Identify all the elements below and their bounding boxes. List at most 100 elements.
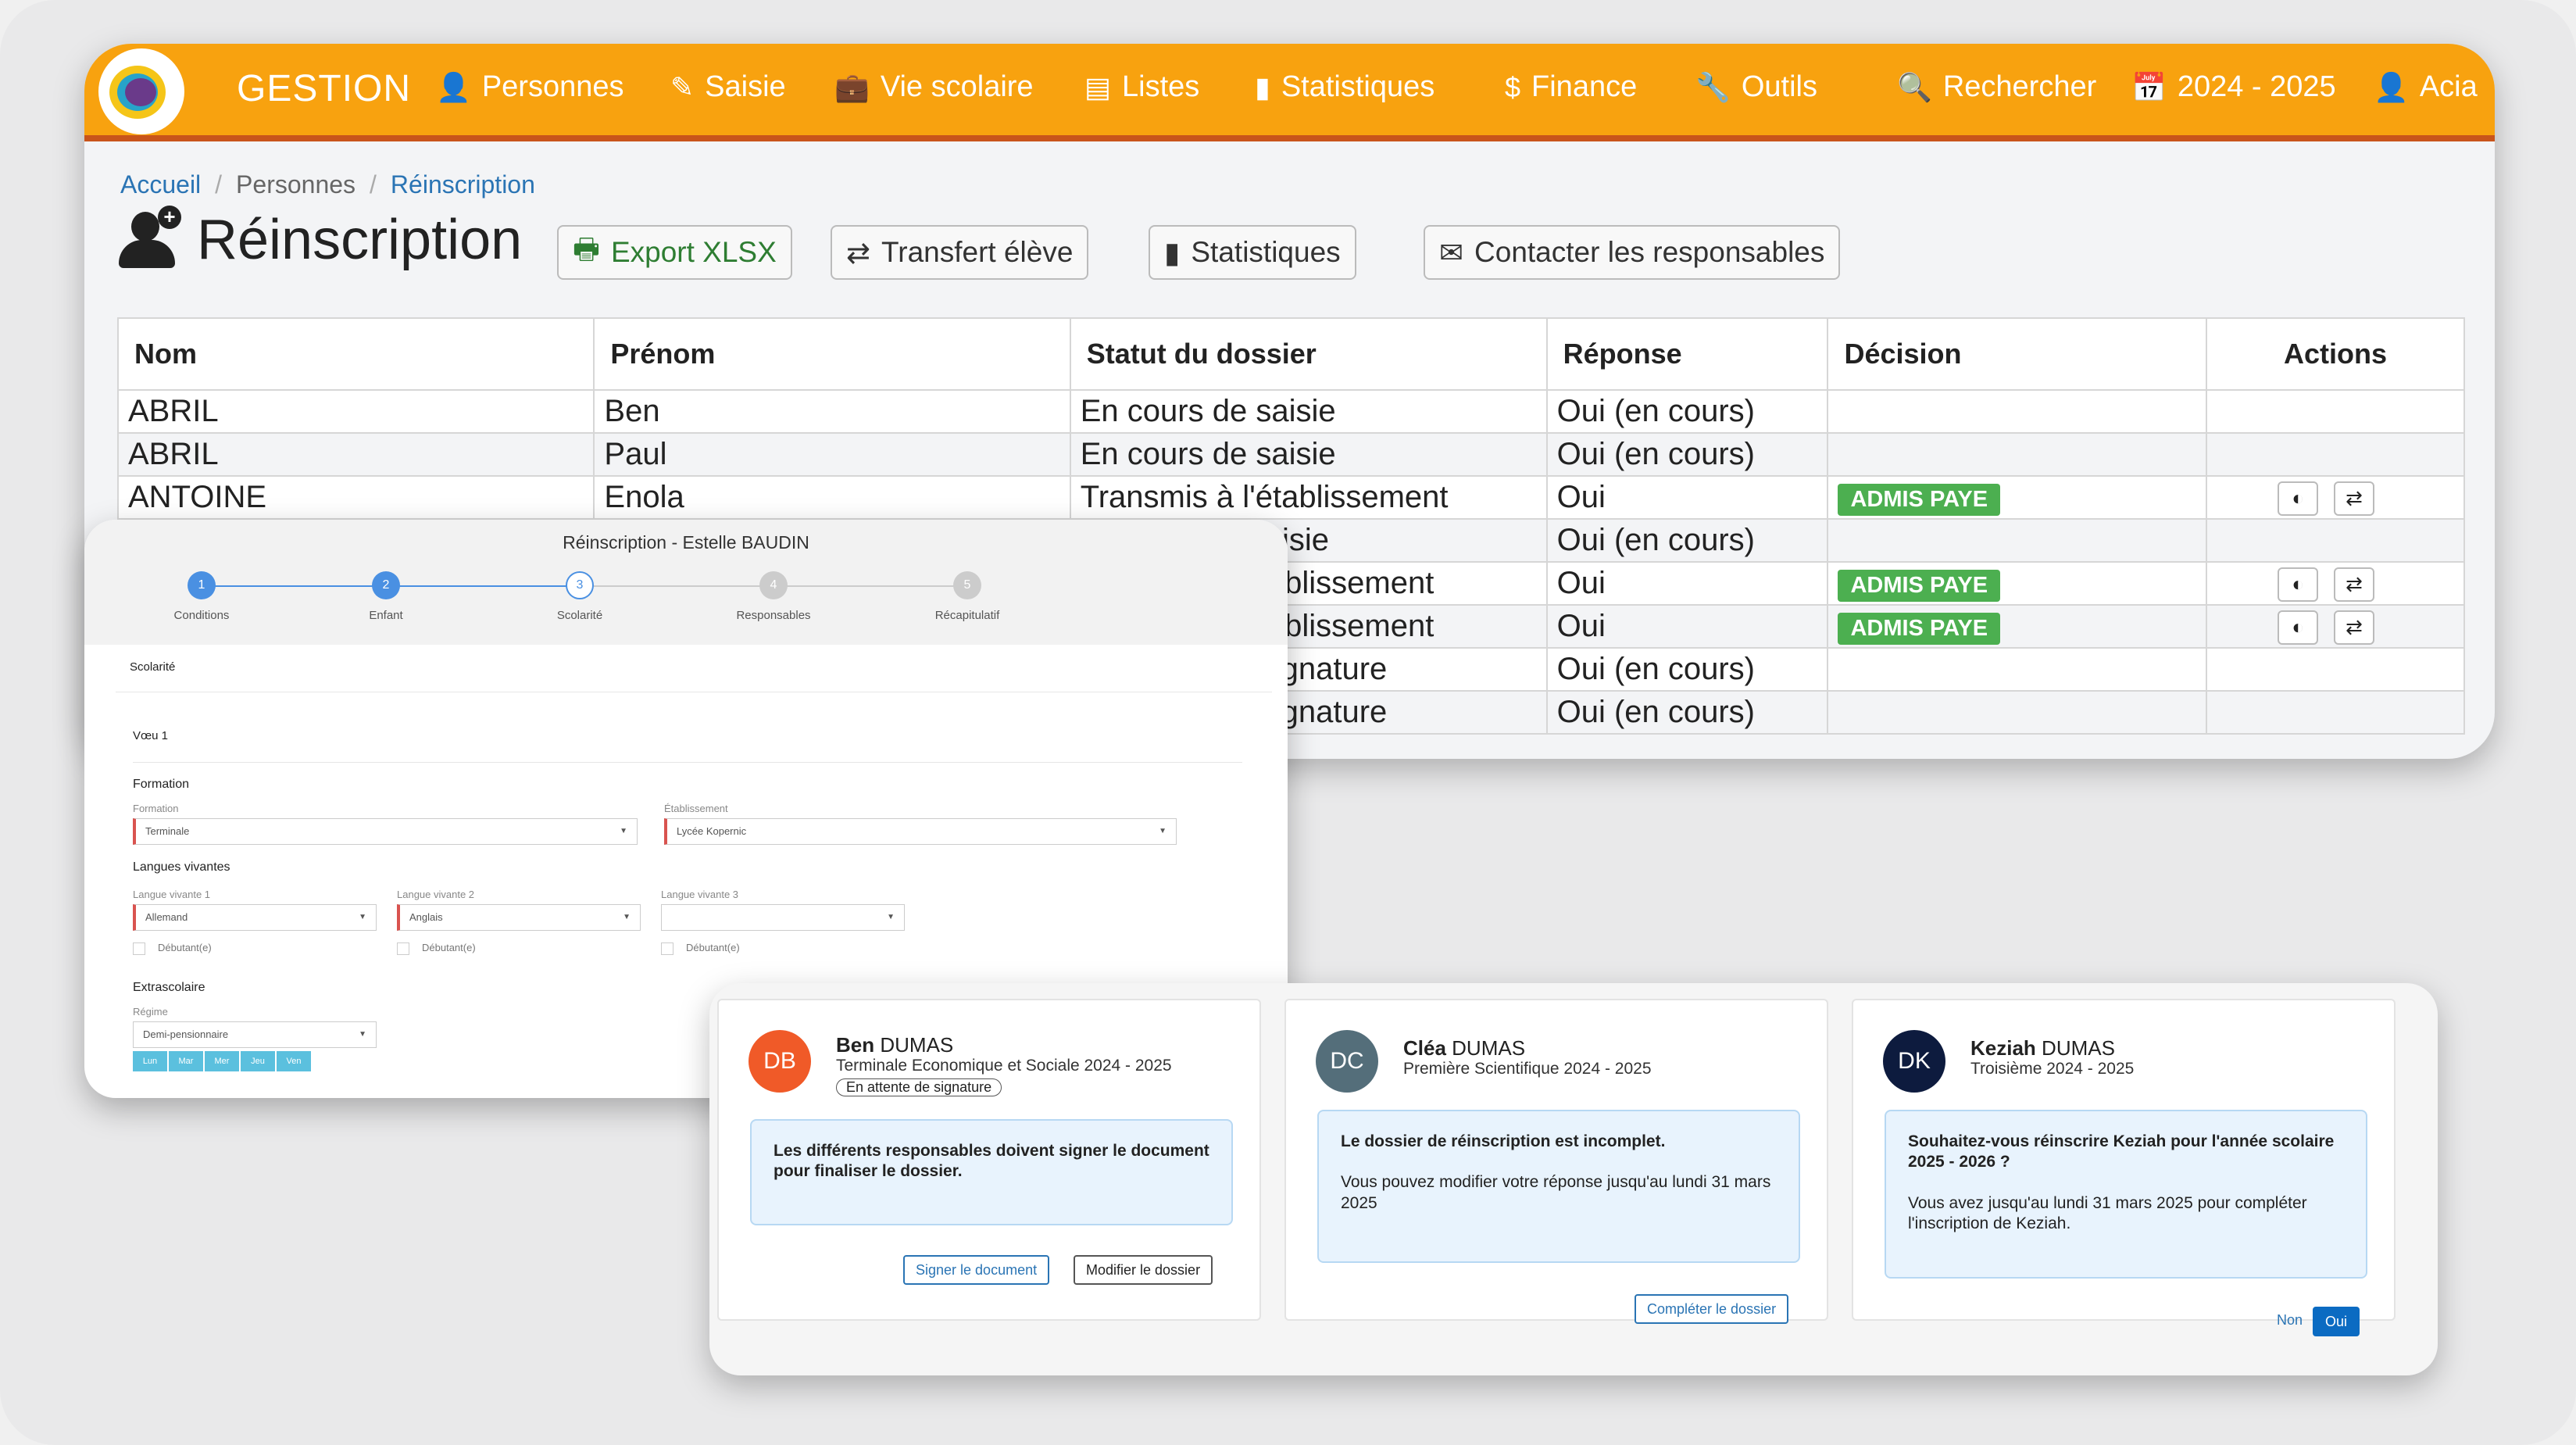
yes-button[interactable]: Oui (2313, 1307, 2360, 1336)
day-toggle-mar[interactable]: Mar (169, 1051, 203, 1071)
student-class: Troisième 2024 - 2025 (1970, 1060, 2135, 1078)
nav-saisie[interactable]: ✎ Saisie (670, 70, 786, 104)
cell-actions: ◐ ⇄ (2206, 604, 2465, 649)
lv1-select[interactable]: Allemand ▼ (133, 904, 377, 931)
cell-reponse: Oui (en cours) (1545, 389, 1829, 434)
cell-actions (2206, 389, 2465, 434)
status-badge: En attente de signature (836, 1078, 1002, 1096)
bar-chart-icon: ▮ (1164, 236, 1181, 269)
table-row[interactable]: ABRIL Paul En cours de saisie Oui (en co… (116, 432, 2465, 477)
contrast-action-button[interactable]: ◐ (2278, 567, 2319, 602)
cell-statut: En cours de saisie (1069, 432, 1548, 477)
nav-label: Statistiques (1281, 70, 1435, 103)
cell-actions (2206, 432, 2465, 477)
step-label: Conditions (173, 609, 230, 622)
brand-title[interactable]: GESTION (237, 67, 411, 110)
edit-dossier-button[interactable]: Modifier le dossier (1074, 1255, 1213, 1285)
export-xlsx-button[interactable]: 🖶 Export XLSX (557, 225, 792, 280)
contrast-action-button[interactable]: ◐ (2278, 481, 2319, 516)
complete-dossier-button[interactable]: Compléter le dossier (1635, 1294, 1789, 1324)
regime-select[interactable]: Demi-pensionnaire ▼ (133, 1021, 377, 1048)
lv3-debutant-checkbox[interactable]: Débutant(e) (661, 942, 740, 955)
cell-decision: ADMIS PAYE (1827, 475, 2208, 520)
table-row[interactable]: ABRIL Ben En cours de saisie Oui (en cou… (116, 389, 2465, 434)
nav-user-menu[interactable]: 👤 Acia (2374, 70, 2478, 104)
nav-outils[interactable]: 🔧 Outils (1695, 70, 1817, 104)
lv2-label: Langue vivante 2 (397, 889, 475, 900)
nav-listes[interactable]: ▤ Listes (1084, 70, 1199, 104)
step-recapitulatif[interactable]: 5 Récapitulatif (874, 571, 1061, 622)
avatar: DC (1316, 1030, 1378, 1093)
lv1-debutant-checkbox[interactable]: Débutant(e) (133, 942, 212, 955)
cell-reponse: Oui (en cours) (1545, 690, 1829, 735)
select-value: Anglais (409, 911, 443, 923)
lv2-select[interactable]: Anglais ▼ (397, 904, 641, 931)
lv2-debutant-checkbox[interactable]: Débutant(e) (397, 942, 476, 955)
step-label: Responsables (736, 609, 811, 622)
cell-reponse: Oui (en cours) (1545, 647, 1829, 692)
col-header-statut[interactable]: Statut du dossier (1069, 317, 1548, 391)
statistics-button[interactable]: ▮ Statistiques (1149, 225, 1356, 280)
col-header-prenom[interactable]: Prénom (593, 317, 1071, 391)
contrast-action-button[interactable]: ◐ (2278, 610, 2319, 645)
button-label: Statistiques (1191, 236, 1341, 268)
select-value: Allemand (145, 911, 188, 923)
day-toggle-ven[interactable]: Ven (277, 1051, 311, 1071)
transfer-action-button[interactable]: ⇄ (2334, 481, 2375, 516)
day-toggle-jeu[interactable]: Jeu (241, 1051, 275, 1071)
nav-statistiques[interactable]: ▮ Statistiques (1255, 70, 1434, 104)
table-row[interactable]: ANTOINE Enola Transmis à l'établissement… (116, 475, 2465, 520)
regime-label: Régime (133, 1006, 168, 1018)
etablissement-select[interactable]: Lycée Kopernic ▼ (664, 818, 1177, 845)
breadcrumb-reinscription: Réinscription (390, 170, 535, 199)
cell-nom: ABRIL (116, 389, 595, 434)
etablissement-label: Établissement (664, 803, 728, 814)
calendar-icon: 📅 (2131, 70, 2167, 103)
step-number: 5 (953, 571, 981, 599)
cell-reponse: Oui (1545, 475, 1829, 520)
lv3-select[interactable]: ▼ (661, 904, 905, 931)
step-scolarite[interactable]: 3 Scolarité (486, 571, 673, 622)
page-title: Réinscription (197, 209, 523, 271)
extrascolaire-heading: Extrascolaire (133, 981, 205, 994)
info-message: Les différents responsables doivent sign… (750, 1119, 1233, 1225)
day-toggle-lun[interactable]: Lun (133, 1051, 167, 1071)
col-header-reponse[interactable]: Réponse (1545, 317, 1829, 391)
info-message: Le dossier de réinscription est incomple… (1317, 1110, 1800, 1263)
no-button[interactable]: Non (2266, 1307, 2313, 1336)
student-name: Cléa DUMAS (1403, 1036, 1525, 1061)
student-card-ben: DB Ben DUMAS Terminale Economique et Soc… (717, 999, 1261, 1321)
nav-school-year[interactable]: 📅 2024 - 2025 (2131, 70, 2336, 104)
breadcrumb-accueil[interactable]: Accueil (120, 170, 201, 199)
message-text: Vous avez jusqu'au lundi 31 mars 2025 po… (1908, 1193, 2307, 1232)
transfer-action-button[interactable]: ⇄ (2334, 567, 2375, 602)
transfer-action-button[interactable]: ⇄ (2334, 610, 2375, 645)
step-enfant[interactable]: 2 Enfant (292, 571, 480, 622)
app-logo[interactable] (98, 48, 184, 134)
sign-document-button[interactable]: Signer le document (903, 1255, 1050, 1285)
nav-finance[interactable]: $ Finance (1505, 70, 1637, 104)
contact-guardians-button[interactable]: ✉ Contacter les responsables (1424, 225, 1841, 280)
student-name: Ben DUMAS (836, 1033, 953, 1057)
nav-personnes[interactable]: 👤 Personnes (436, 70, 624, 104)
col-header-nom[interactable]: Nom (116, 317, 595, 391)
last-name: DUMAS (2042, 1036, 2115, 1060)
col-header-decision[interactable]: Décision (1827, 317, 2208, 391)
breadcrumb-personnes[interactable]: Personnes (236, 170, 355, 199)
step-responsables[interactable]: 4 Responsables (680, 571, 867, 622)
formation-select[interactable]: Terminale ▼ (133, 818, 638, 845)
nav-rechercher[interactable]: 🔍 Rechercher (1897, 70, 2096, 104)
step-label: Enfant (369, 609, 403, 622)
day-toggle-mer[interactable]: Mer (205, 1051, 239, 1071)
button-label: Export XLSX (610, 236, 777, 268)
cell-actions (2206, 518, 2465, 563)
first-name: Cléa (1403, 1036, 1446, 1060)
transfer-student-button[interactable]: ⇄ Transfert élève (831, 225, 1089, 280)
table-header-row: Nom Prénom Statut du dossier Réponse Déc… (116, 317, 2465, 391)
nav-label: Listes (1122, 70, 1200, 103)
cell-actions: ◐ ⇄ (2206, 561, 2465, 606)
nav-vie-scolaire[interactable]: 💼 Vie scolaire (834, 70, 1034, 104)
step-conditions[interactable]: 1 Conditions (108, 571, 295, 622)
cell-decision (1827, 647, 2208, 692)
decision-badge: ADMIS PAYE (1838, 613, 2001, 645)
